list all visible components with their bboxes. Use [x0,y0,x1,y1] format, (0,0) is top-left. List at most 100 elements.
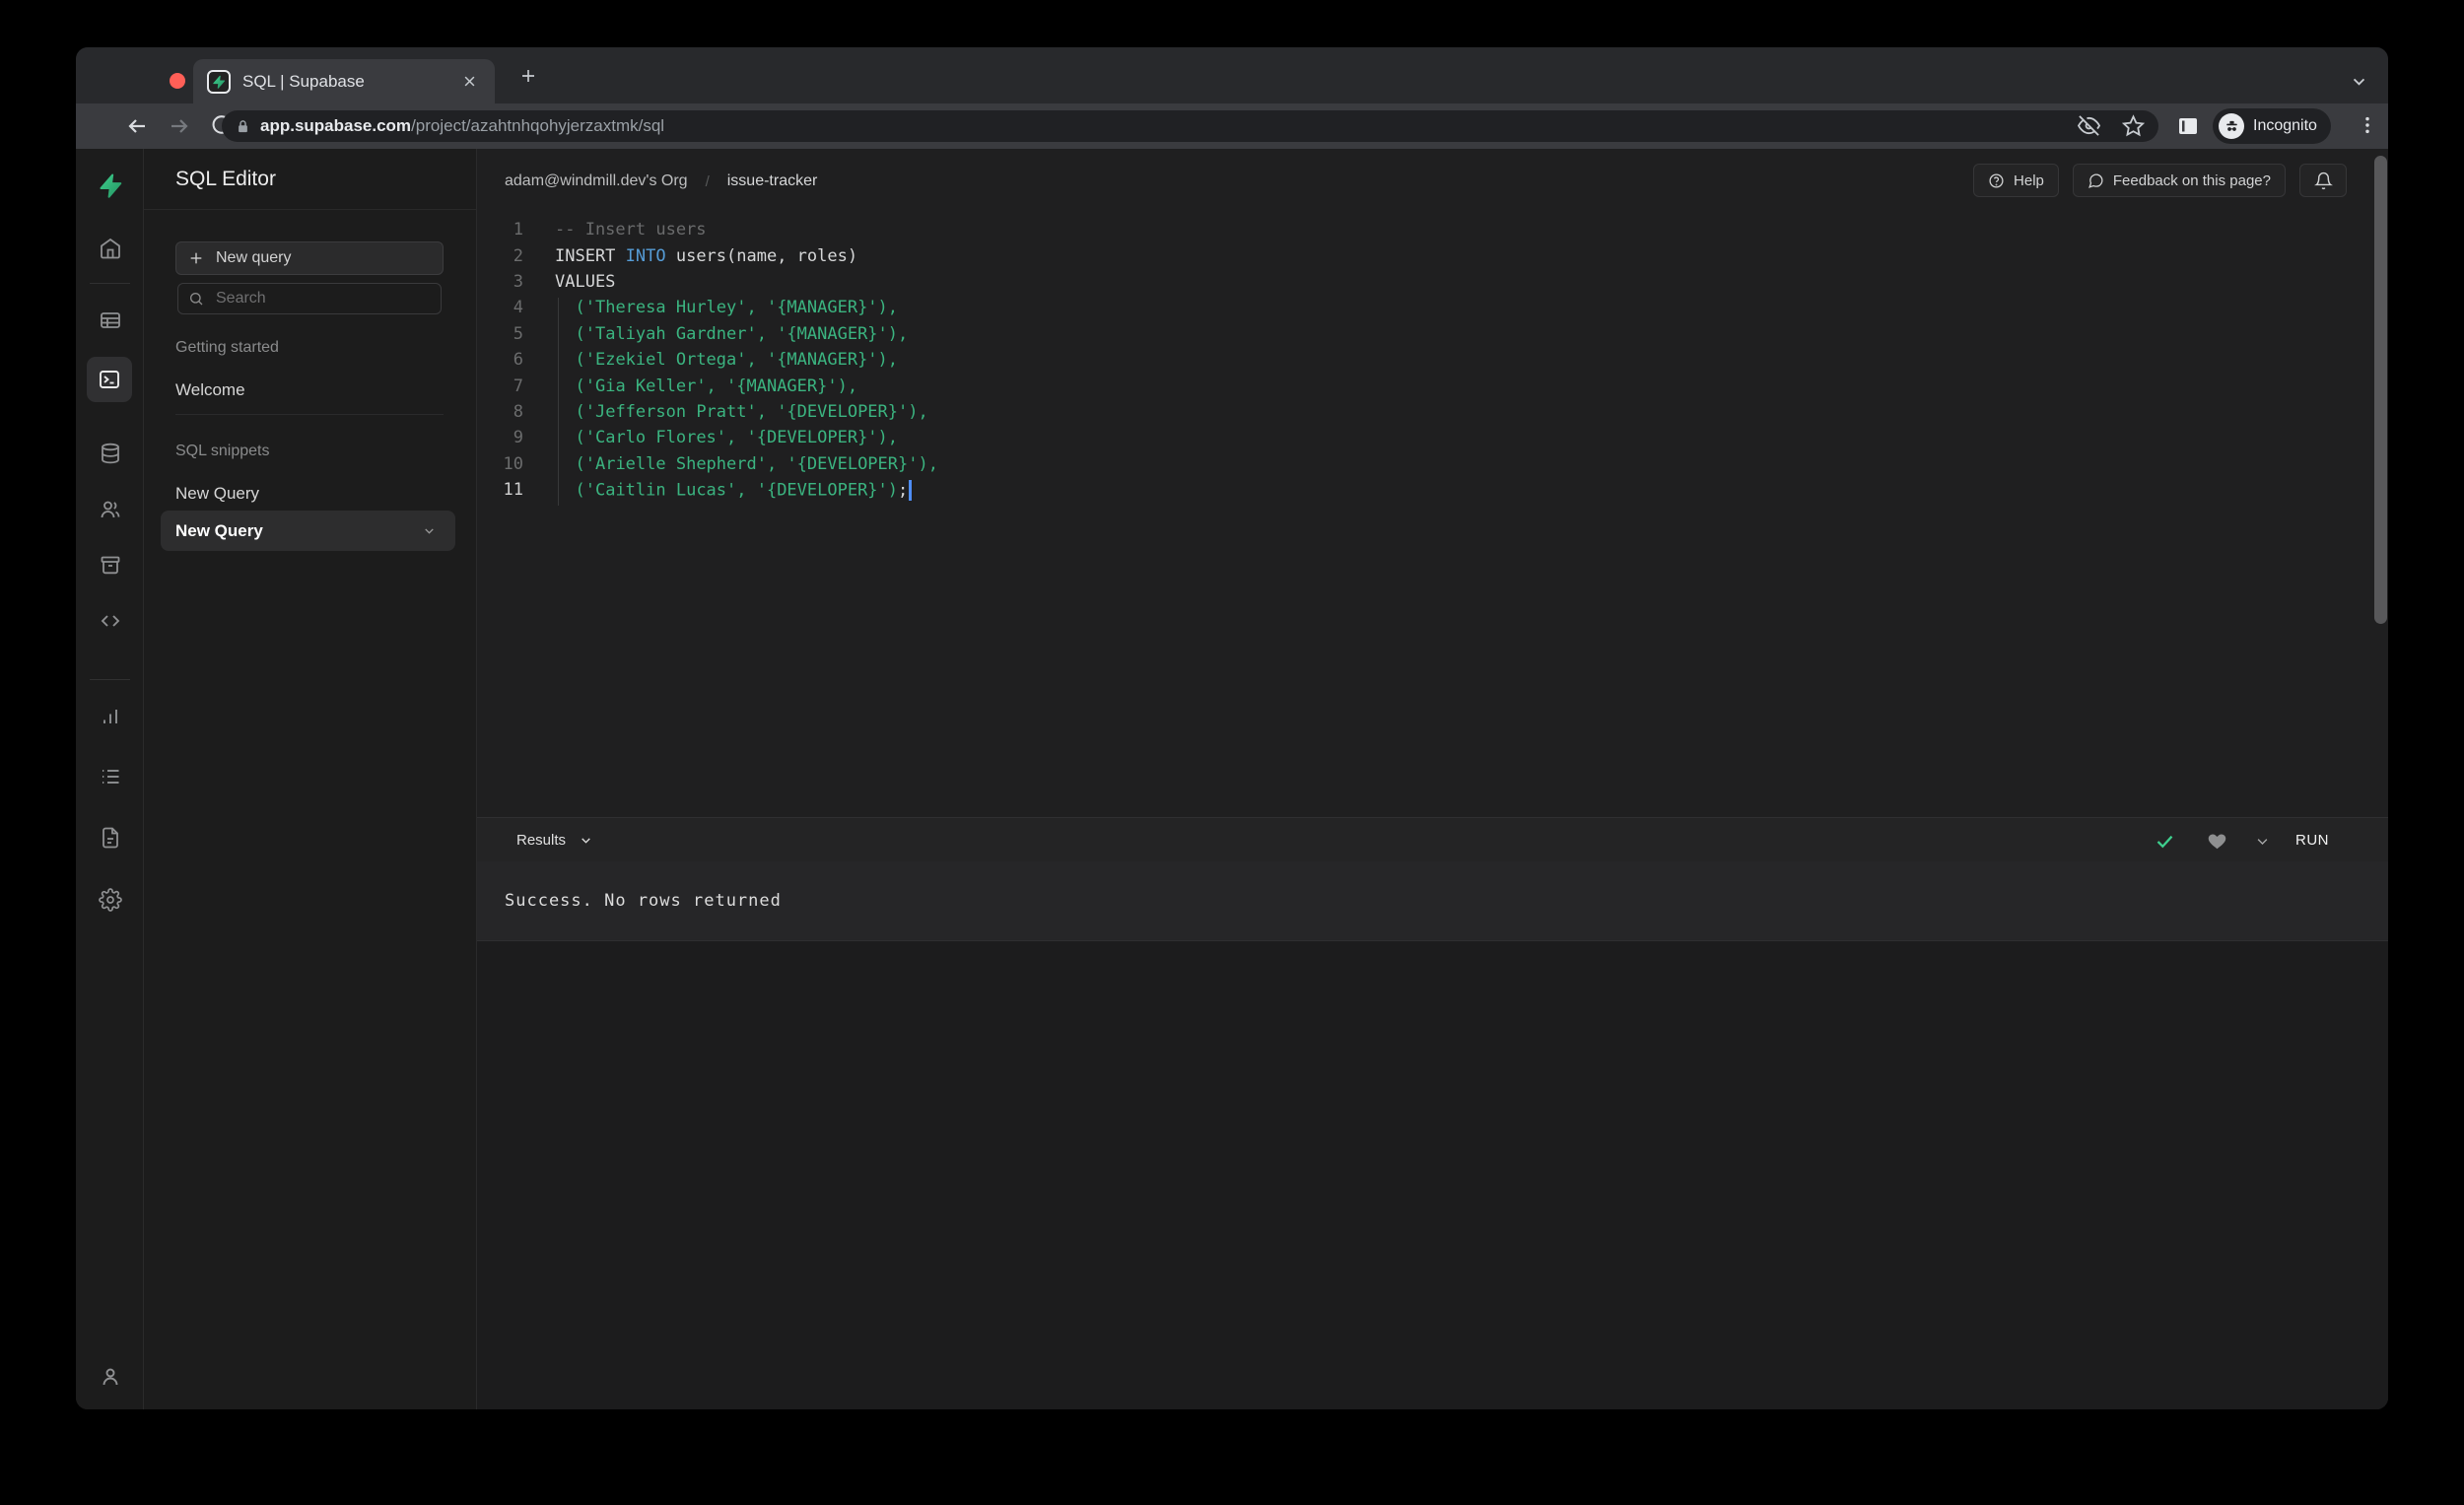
line-number: 3 [513,271,523,292]
page-title: SQL Editor [175,167,276,190]
line-number: 4 [513,298,523,318]
success-message: Success. No rows returned [505,891,782,911]
side-panel-icon[interactable] [2176,114,2200,138]
code-line[interactable]: 1 -- Insert users [477,217,2388,242]
table-editor-icon[interactable] [76,308,144,332]
section-sql-snippets: SQL snippets [175,443,270,459]
line-number: 10 [503,453,523,474]
line-number: 8 [513,401,523,422]
run-button[interactable]: RUN [2295,818,2329,862]
tab-close-icon[interactable] [458,72,481,91]
incognito-icon [2219,113,2244,139]
sql-editor-sidebar: SQL Editor New query Search Getting star… [144,149,477,1409]
new-query-button[interactable]: New query [175,241,444,275]
text-caret [909,479,913,501]
run-options-chevron-icon[interactable] [2250,829,2274,853]
tab-search-chevron-icon[interactable] [2351,73,2367,90]
tab-title: SQL | Supabase [242,71,365,91]
sidebar-item-new-query-selected[interactable]: New Query [161,511,455,551]
line-number: 2 [513,245,523,266]
breadcrumb-project[interactable]: issue-tracker [727,172,818,190]
plus-icon [188,250,204,266]
line-number: 1 [513,220,523,240]
help-circle-icon [1988,172,2005,189]
code-line[interactable]: 6 ('Ezekiel Ortega', '{MANAGER}'), [477,347,2388,373]
code-line[interactable]: 9 ('Carlo Flores', '{DEVELOPER}'), [477,425,2388,450]
selected-item-label: New Query [175,520,263,540]
speech-bubble-icon [2088,172,2104,189]
url-path: /project/azahtnhqohyjerzaxtmk/sql [411,116,665,135]
database-icon[interactable] [76,442,144,465]
browser-window: SQL | Supabase app.supabase.com/project/… [76,47,2388,1409]
browser-menu-icon[interactable] [2357,114,2380,138]
code-line[interactable]: 3 VALUES [477,269,2388,295]
line-number: 9 [513,428,523,448]
sidebar-item-new-query[interactable]: New Query [175,484,259,504]
reports-icon[interactable] [76,705,144,728]
eye-off-icon[interactable] [2078,114,2100,137]
search-icon [188,291,204,307]
results-panel: Success. No rows returned [477,861,2388,941]
bookmark-star-icon[interactable] [2122,114,2145,137]
help-button-label: Help [2014,171,2044,189]
nav-rail [76,149,144,1409]
chevron-down-icon[interactable] [422,523,437,538]
supabase-favicon [207,69,231,94]
sidebar-header: SQL Editor [144,149,476,210]
window-close-button[interactable] [170,73,185,89]
code-line[interactable]: 7 ('Gia Keller', '{MANAGER}'), [477,373,2388,398]
browser-toolbar: app.supabase.com/project/azahtnhqohyjerz… [76,103,2388,149]
forward-icon[interactable] [168,114,191,138]
auth-users-icon[interactable] [76,498,144,521]
feedback-button[interactable]: Feedback on this page? [2072,164,2286,197]
url-text: app.supabase.com/project/azahtnhqohyjerz… [260,116,664,136]
section-getting-started: Getting started [175,339,279,356]
search-placeholder: Search [216,290,266,307]
line-number: 11 [503,480,523,501]
incognito-badge: Incognito [2213,108,2331,144]
main-content: adam@windmill.dev's Org / issue-tracker … [477,149,2388,1409]
settings-gear-icon[interactable] [76,888,144,912]
results-dropdown-label: Results [516,832,567,849]
breadcrumb: adam@windmill.dev's Org / issue-tracker [505,149,817,214]
results-dropdown[interactable]: Results [516,818,592,862]
code-line[interactable]: 2 INSERT INTO users(name, roles) [477,242,2388,268]
edge-functions-icon[interactable] [76,609,144,633]
storage-icon[interactable] [76,553,144,577]
help-button[interactable]: Help [1973,164,2059,197]
incognito-label: Incognito [2253,117,2317,134]
indent-guide [558,298,559,506]
tab-strip: SQL | Supabase [76,47,2388,103]
code-line[interactable]: 8 ('Jefferson Pratt', '{DEVELOPER}'), [477,399,2388,425]
sidebar-item-welcome[interactable]: Welcome [175,380,245,400]
docs-icon[interactable] [76,826,144,850]
success-check-icon [2153,829,2176,853]
notifications-button[interactable] [2299,164,2347,197]
rail-divider [90,679,130,680]
code-line[interactable]: 10 ('Arielle Shepherd', '{DEVELOPER}'), [477,451,2388,477]
supabase-app: SQL Editor New query Search Getting star… [76,149,2388,1409]
new-tab-icon[interactable] [519,67,537,85]
line-number: 6 [513,350,523,371]
url-bar[interactable]: app.supabase.com/project/azahtnhqohyjerz… [222,110,2158,142]
url-host: app.supabase.com [260,116,412,135]
logs-icon[interactable] [76,765,144,788]
back-icon[interactable] [125,114,149,138]
results-toolbar: Results RUN [477,817,2388,861]
sql-code-editor[interactable]: 1 -- Insert users 2 INSERT INTO users(na… [477,214,2388,817]
code-line[interactable]: 4 ('Theresa Hurley', '{MANAGER}'), [477,295,2388,320]
breadcrumb-separator: / [705,172,710,190]
favorite-heart-icon[interactable] [2205,829,2228,853]
page-scrollbar-thumb[interactable] [2374,156,2387,624]
new-query-button-label: New query [216,249,292,266]
breadcrumb-org[interactable]: adam@windmill.dev's Org [505,172,688,190]
search-input[interactable]: Search [177,283,442,314]
supabase-logo[interactable] [76,172,144,198]
chevron-down-icon [580,834,592,847]
sql-editor-icon-selected[interactable] [87,357,132,402]
home-icon[interactable] [76,237,144,260]
browser-tab[interactable]: SQL | Supabase [193,59,495,103]
account-icon[interactable] [76,1365,144,1389]
code-line[interactable]: 5 ('Taliyah Gardner', '{MANAGER}'), [477,321,2388,347]
code-line-current[interactable]: 11 ('Caitlin Lucas', '{DEVELOPER}'); [477,477,2388,503]
